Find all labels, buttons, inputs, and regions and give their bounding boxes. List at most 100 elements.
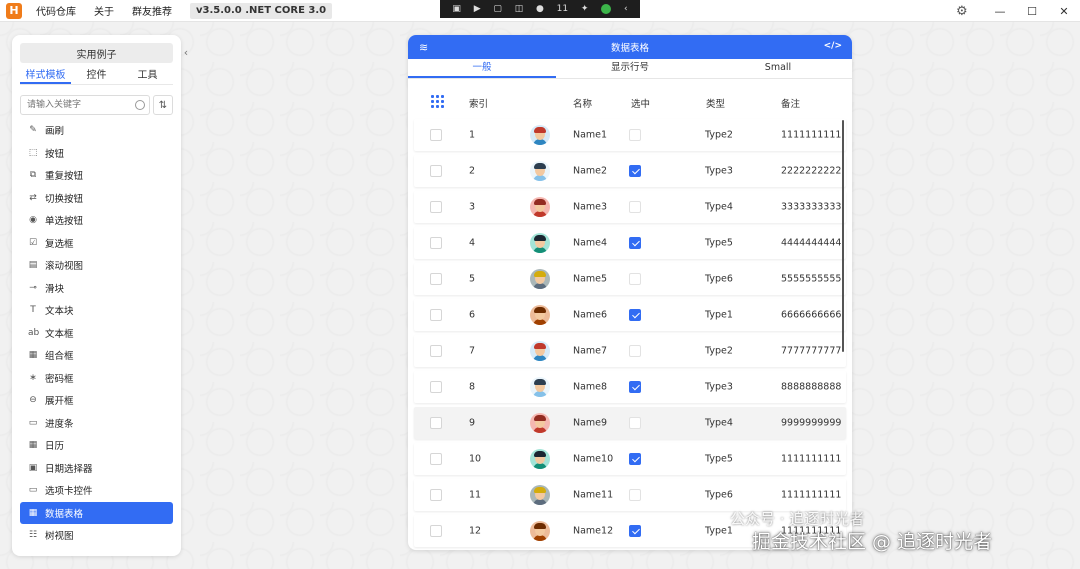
sidebar-item[interactable]: ▣ 日期选择器: [20, 457, 173, 480]
sidebar-item[interactable]: ▦ 组合框: [20, 344, 173, 367]
cell-selected-checkbox[interactable]: [629, 381, 641, 393]
cell-type[interactable]: Type6: [705, 274, 733, 285]
sidebar-item[interactable]: ▦ 数据表格: [20, 501, 173, 524]
cell-type[interactable]: Type1: [705, 526, 733, 537]
sidebar-item[interactable]: ▭ 进度条: [20, 412, 173, 435]
table-row[interactable]: 9 Name9 Type4 9999999999: [414, 407, 846, 439]
cell-selected-checkbox[interactable]: [629, 309, 641, 321]
cell-type[interactable]: Type4: [705, 202, 733, 213]
tab-controls[interactable]: 控件: [71, 69, 122, 84]
tab-small[interactable]: Small: [704, 59, 852, 78]
screenshot-icon[interactable]: ▣: [452, 4, 461, 14]
sidebar-item[interactable]: ▤ 滚动视图: [20, 254, 173, 277]
cell-selected-checkbox[interactable]: [629, 273, 641, 285]
row-select-checkbox[interactable]: [430, 201, 442, 213]
row-select-checkbox[interactable]: [430, 237, 442, 249]
column-header-remark[interactable]: 备注: [781, 96, 800, 110]
sort-button[interactable]: ⇅: [153, 95, 173, 115]
column-header-index[interactable]: 索引: [469, 96, 488, 110]
cell-type[interactable]: Type5: [705, 454, 733, 465]
close-icon[interactable]: ✕: [1048, 5, 1080, 18]
cell-selected-checkbox[interactable]: [629, 345, 641, 357]
cell-type[interactable]: Type2: [705, 130, 733, 141]
row-select-checkbox[interactable]: [430, 381, 442, 393]
cell-selected-checkbox[interactable]: [629, 489, 641, 501]
grid-scrollbar[interactable]: [842, 120, 844, 352]
sidebar-item[interactable]: ⇄ 切换按钮: [20, 187, 173, 210]
minimize-icon[interactable]: —: [984, 5, 1016, 18]
table-row[interactable]: 5 Name5 Type6 5555555555: [414, 263, 846, 295]
table-row[interactable]: 7 Name7 Type2 7777777777: [414, 335, 846, 367]
menu-about[interactable]: 关于: [94, 3, 114, 18]
cell-selected-checkbox[interactable]: [629, 417, 641, 429]
window-icon[interactable]: ◫: [515, 4, 524, 14]
sidebar-item[interactable]: T 文本块: [20, 299, 173, 322]
row-select-checkbox[interactable]: [430, 489, 442, 501]
record-icon[interactable]: ●: [536, 4, 544, 14]
sidebar-item[interactable]: ▭ 选项卡控件: [20, 479, 173, 502]
column-header-name[interactable]: 名称: [573, 96, 592, 110]
table-row[interactable]: 4 Name4 Type5 4444444444: [414, 227, 846, 259]
row-select-checkbox[interactable]: [430, 417, 442, 429]
cell-type[interactable]: Type5: [705, 238, 733, 249]
sidebar-item[interactable]: ⊖ 展开框: [20, 389, 173, 412]
row-select-checkbox[interactable]: [430, 345, 442, 357]
examples-button[interactable]: 实用例子: [20, 43, 173, 63]
tab-row-numbers[interactable]: 显示行号: [556, 59, 704, 78]
cell-type[interactable]: Type3: [705, 382, 733, 393]
frame-icon[interactable]: ▢: [493, 4, 502, 14]
sidebar-item[interactable]: ⊸ 滑块: [20, 277, 173, 300]
menu-code-repo[interactable]: 代码仓库: [36, 3, 76, 18]
cell-selected-checkbox[interactable]: [629, 129, 641, 141]
ok-icon[interactable]: [601, 4, 612, 14]
table-row[interactable]: 1 Name1 Type2 1111111111: [414, 119, 846, 151]
row-select-checkbox[interactable]: [430, 525, 442, 537]
cell-selected-checkbox[interactable]: [629, 525, 641, 537]
tab-style-templates[interactable]: 样式模板: [20, 69, 71, 84]
column-header-type[interactable]: 类型: [706, 96, 725, 110]
sidebar-item[interactable]: ☑ 复选框: [20, 232, 173, 255]
cell-type[interactable]: Type1: [705, 310, 733, 321]
tab-tools[interactable]: 工具: [122, 69, 173, 84]
sidebar-item[interactable]: ∗ 密码框: [20, 367, 173, 390]
cell-type[interactable]: Type6: [705, 490, 733, 501]
video-icon[interactable]: ▶: [474, 4, 481, 14]
table-row[interactable]: 11 Name11 Type6 1111111111: [414, 479, 846, 511]
search-input[interactable]: [27, 96, 137, 114]
cell-selected-checkbox[interactable]: [629, 201, 641, 213]
accessibility-icon[interactable]: ✦: [581, 4, 589, 14]
table-row[interactable]: 6 Name6 Type1 6666666666: [414, 299, 846, 331]
table-row[interactable]: 10 Name10 Type5 1111111111: [414, 443, 846, 475]
tab-general[interactable]: 一般: [408, 59, 556, 78]
search-icon[interactable]: [135, 100, 145, 110]
cell-type[interactable]: Type2: [705, 346, 733, 357]
cell-type[interactable]: Type4: [705, 418, 733, 429]
sidebar-item[interactable]: ⧉ 重复按钮: [20, 164, 173, 187]
sidebar-item[interactable]: ▦ 日历: [20, 434, 173, 457]
select-all-grid-icon[interactable]: [430, 94, 444, 108]
menu-recommend[interactable]: 群友推荐: [132, 3, 172, 18]
sidebar-item[interactable]: ☷ 树视图: [20, 524, 173, 547]
cell-type[interactable]: Type3: [705, 166, 733, 177]
column-header-selected[interactable]: 选中: [631, 96, 650, 110]
code-icon[interactable]: </>: [824, 41, 842, 51]
sidebar-item[interactable]: ✎ 画刷: [20, 119, 173, 142]
table-row[interactable]: 8 Name8 Type3 8888888888: [414, 371, 846, 403]
settings-icon[interactable]: ⚙: [956, 4, 968, 19]
table-row[interactable]: 3 Name3 Type4 3333333333: [414, 191, 846, 223]
row-select-checkbox[interactable]: [430, 129, 442, 141]
cell-selected-checkbox[interactable]: [629, 237, 641, 249]
sidebar-item[interactable]: ⬚ 按钮: [20, 142, 173, 165]
maximize-icon[interactable]: ☐: [1016, 5, 1048, 18]
sidebar-item[interactable]: ◉ 单选按钮: [20, 209, 173, 232]
row-select-checkbox[interactable]: [430, 273, 442, 285]
collapse-toolbar-icon[interactable]: ‹: [624, 4, 628, 14]
collapse-sidebar-icon[interactable]: ‹: [180, 46, 192, 60]
row-select-checkbox[interactable]: [430, 453, 442, 465]
cell-selected-checkbox[interactable]: [629, 453, 641, 465]
table-row[interactable]: 2 Name2 Type3 2222222222: [414, 155, 846, 187]
sidebar-item[interactable]: ab 文本框: [20, 322, 173, 345]
row-select-checkbox[interactable]: [430, 165, 442, 177]
row-select-checkbox[interactable]: [430, 309, 442, 321]
cell-selected-checkbox[interactable]: [629, 165, 641, 177]
